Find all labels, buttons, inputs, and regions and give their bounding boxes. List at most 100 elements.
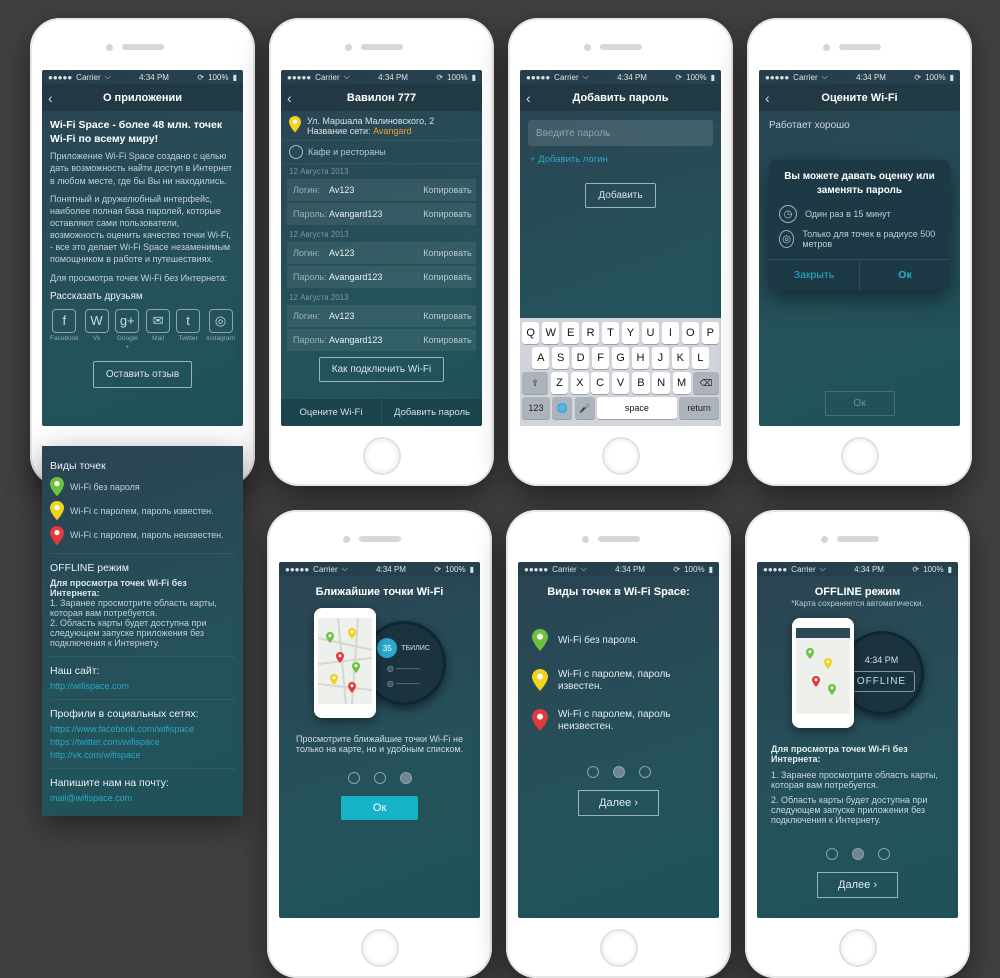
key-p[interactable]: P [702, 322, 719, 344]
key-v[interactable]: V [612, 372, 630, 394]
return-key[interactable]: return [679, 397, 719, 419]
home-button[interactable] [600, 929, 638, 967]
home-button[interactable] [839, 929, 877, 967]
rate-tab[interactable]: Оцените Wi-Fi [281, 399, 381, 426]
space-key[interactable]: space [597, 397, 677, 419]
password-input[interactable]: Введите пароль [528, 120, 713, 146]
page-dot[interactable] [587, 766, 599, 778]
social-title: Профили в социальных сетях: [50, 699, 235, 720]
key-j[interactable]: J [652, 347, 669, 369]
modal-close-button[interactable]: Закрыть [769, 260, 859, 290]
page-dot[interactable] [374, 772, 386, 784]
howto-button[interactable]: Как подключить Wi-Fi [319, 357, 444, 382]
leave-review-button[interactable]: Оставить отзыв [93, 361, 192, 389]
back-icon[interactable]: ‹ [287, 90, 292, 106]
key-s[interactable]: S [552, 347, 569, 369]
page-dot[interactable] [826, 848, 838, 860]
key-c[interactable]: C [591, 372, 609, 394]
share-title: Рассказать друзьям [50, 290, 235, 304]
page-dot[interactable] [878, 848, 890, 860]
key-r[interactable]: R [582, 322, 599, 344]
next-button[interactable]: Далее › [817, 872, 898, 898]
social-link[interactable]: https://twitter.com/wifispace [50, 737, 235, 747]
key-a[interactable]: A [532, 347, 549, 369]
add-button[interactable]: Добавить [585, 183, 655, 208]
mini-phone-map [792, 618, 854, 728]
page-title: Добавить пароль [572, 92, 668, 104]
key-g[interactable]: G [612, 347, 629, 369]
back-icon[interactable]: ‹ [526, 90, 531, 106]
chevron-right-icon: › [634, 797, 638, 809]
key-e[interactable]: E [562, 322, 579, 344]
copy-button[interactable]: Копировать [418, 311, 476, 321]
mini-phone-map [314, 608, 376, 718]
key-y[interactable]: Y [622, 322, 639, 344]
site-link[interactable]: http://wifispace.com [50, 681, 235, 691]
numbers-key[interactable]: 123 [522, 397, 550, 419]
globe-key[interactable]: 🌐 [552, 397, 572, 419]
types-title: Виды точек [50, 460, 235, 472]
headline: Wi-Fi Space - более 48 млн. точек Wi-Fi … [50, 118, 235, 146]
key-z[interactable]: Z [551, 372, 569, 394]
facebook-icon[interactable]: f [52, 309, 76, 333]
twitter-icon[interactable]: t [176, 309, 200, 333]
modal-ok-button[interactable]: Ок [859, 260, 950, 290]
nav-bar: ‹ О приложении [42, 84, 243, 112]
key-x[interactable]: X [571, 372, 589, 394]
key-t[interactable]: T [602, 322, 619, 344]
page-dot[interactable] [348, 772, 360, 784]
type-row: Wi-Fi с паролем, пароль известен. [50, 501, 235, 520]
copy-button[interactable]: Копировать [418, 248, 476, 258]
mail-icon[interactable]: ✉ [146, 309, 170, 333]
home-button[interactable] [363, 437, 401, 475]
googleplus-icon[interactable]: g+ [115, 309, 139, 333]
vk-icon[interactable]: W [85, 309, 109, 333]
key-n[interactable]: N [652, 372, 670, 394]
rate-modal: Вы можете давать оценку или заменять пар… [769, 160, 950, 290]
about-paragraph: Для просмотра точек Wi-Fi без Интернета: [50, 272, 235, 284]
back-icon[interactable]: ‹ [48, 90, 53, 106]
mic-key[interactable]: 🎤 [575, 397, 595, 419]
chevron-right-icon: › [873, 879, 877, 891]
next-button[interactable]: Далее › [578, 790, 659, 816]
instagram-icon[interactable]: ◎ [209, 309, 233, 333]
key-w[interactable]: W [542, 322, 559, 344]
key-k[interactable]: K [672, 347, 689, 369]
copy-button[interactable]: Копировать [418, 185, 476, 195]
copy-button[interactable]: Копировать [418, 272, 476, 282]
social-link[interactable]: http://vk.com/wifispace [50, 750, 235, 760]
key-f[interactable]: F [592, 347, 609, 369]
key-l[interactable]: L [692, 347, 709, 369]
page-dot-active[interactable] [613, 766, 625, 778]
home-button[interactable] [602, 437, 640, 475]
key-d[interactable]: D [572, 347, 589, 369]
social-link[interactable]: https://www.facebook.com/wifispace [50, 724, 235, 734]
mail-title: Напишите нам на почту: [50, 768, 235, 789]
clock-icon: ◷ [779, 205, 797, 223]
mail-link[interactable]: mail@wifispace.com [50, 793, 235, 803]
page-dot-active[interactable] [400, 772, 412, 784]
copy-button[interactable]: Копировать [418, 335, 476, 345]
about-paragraph: Приложение Wi-Fi Space создано с целью д… [50, 150, 235, 186]
key-o[interactable]: O [682, 322, 699, 344]
key-i[interactable]: I [662, 322, 679, 344]
page-dot-active[interactable] [852, 848, 864, 860]
key-h[interactable]: H [632, 347, 649, 369]
home-button[interactable] [361, 929, 399, 967]
delete-key[interactable]: ⌫ [693, 372, 719, 394]
page-dot[interactable] [639, 766, 651, 778]
back-icon[interactable]: ‹ [765, 90, 770, 106]
add-login-link[interactable]: + Добавить логин [520, 154, 721, 165]
key-q[interactable]: Q [522, 322, 539, 344]
shift-key[interactable]: ⇧ [522, 372, 548, 394]
add-password-tab[interactable]: Добавить пароль [381, 399, 482, 426]
key-u[interactable]: U [642, 322, 659, 344]
key-m[interactable]: M [673, 372, 691, 394]
password-row: Пароль:Avangard123Копировать [287, 203, 476, 225]
copy-button[interactable]: Копировать [418, 209, 476, 219]
ok-button[interactable]: Ок [341, 796, 418, 820]
phone-onboarding-nearest: ●●●●●Carrier⌵4:34 PM⟳100%▮ Ближайшие точ… [267, 510, 492, 978]
home-button[interactable] [841, 437, 879, 475]
radius-icon: ◎ [779, 230, 794, 248]
key-b[interactable]: B [632, 372, 650, 394]
